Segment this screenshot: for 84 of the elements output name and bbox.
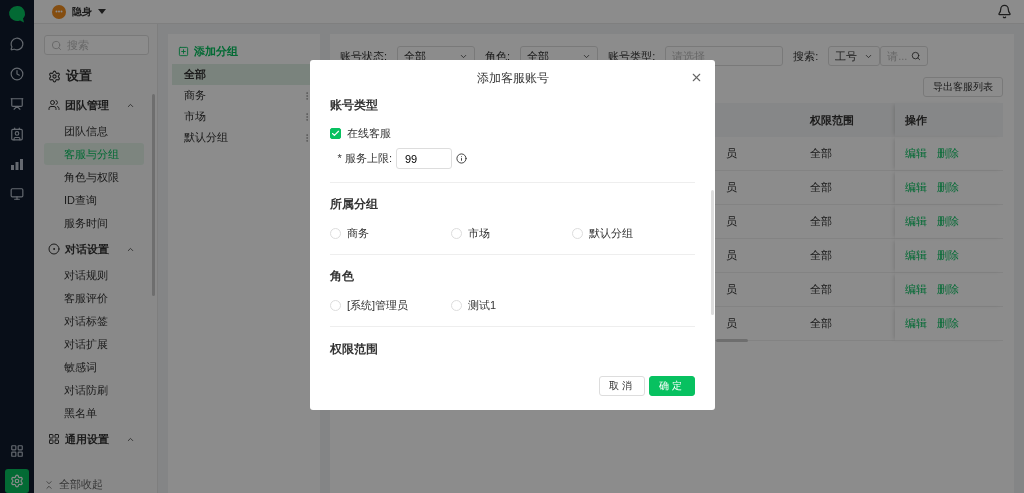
presentation-board-icon (10, 97, 24, 111)
caret-icon[interactable] (98, 9, 106, 14)
scrollbar[interactable] (711, 190, 714, 315)
radio-label: 测试1 (468, 298, 497, 313)
group-label: 市场 (184, 109, 207, 124)
table-cell: 全部 (800, 171, 895, 205)
section-header[interactable]: 团队管理 (44, 91, 149, 119)
nav-item[interactable]: 服务时间 (44, 212, 144, 234)
avatar-icon[interactable] (52, 4, 66, 19)
radio-label: [系统]管理员 (347, 298, 409, 313)
table-cell: 全部 (800, 205, 895, 239)
export-button[interactable]: 导出客服列表 (923, 77, 1003, 97)
chat-bubble-icon (10, 37, 24, 51)
collapse-all-link[interactable]: 全部收起 (59, 477, 103, 492)
group-label: 全部 (184, 67, 207, 82)
table-cell: 员 (716, 171, 800, 205)
section-header[interactable]: 通用设置 (44, 425, 149, 453)
settings-button[interactable] (5, 469, 29, 493)
nav-item[interactable]: 对话防刷 (44, 379, 144, 401)
plus-square-icon[interactable] (178, 45, 189, 57)
nav-item[interactable]: 团队信息 (44, 120, 144, 142)
nav-item[interactable]: 对话规则 (44, 264, 144, 286)
section-title: 账号类型 (330, 97, 379, 113)
settings-icon (10, 474, 24, 488)
checkbox[interactable] (330, 128, 341, 139)
cancel-button[interactable]: 取消 (599, 376, 645, 396)
table-cell: 全部 (800, 239, 895, 273)
radio-button[interactable] (330, 300, 341, 311)
people-icon (48, 99, 60, 111)
chat-circle-icon (48, 243, 60, 255)
clock-icon (10, 67, 24, 81)
bell-icon[interactable] (997, 4, 1012, 19)
table-cell: 员 (716, 273, 800, 307)
group-item[interactable]: 市场 (172, 106, 316, 127)
group-label: 默认分组 (184, 130, 229, 145)
contact-card-icon (10, 127, 24, 141)
nav-item[interactable]: 对话标签 (44, 310, 144, 332)
nav-item[interactable]: ID查询 (44, 189, 144, 211)
section-title: 角色 (330, 268, 355, 284)
section-title: 权限范围 (330, 341, 379, 357)
section-title: 所属分组 (330, 196, 379, 212)
collapse-icon[interactable] (44, 479, 54, 490)
radio-button[interactable] (572, 228, 583, 239)
table-cell: 全部 (800, 137, 895, 171)
input-field[interactable]: 99 (396, 148, 452, 169)
table-cell: 员 (716, 137, 800, 171)
settings-icon (48, 69, 61, 83)
radio-label: 商务 (347, 226, 369, 241)
nav-item[interactable]: 客服评价 (44, 287, 144, 309)
search-type-select[interactable]: 工号 (828, 46, 881, 66)
radio-button[interactable] (330, 228, 341, 239)
section-header[interactable]: 对话设置 (44, 235, 149, 263)
header-cell: 操作 (895, 103, 1003, 137)
modal-title: 添加客服账号 (475, 70, 550, 84)
bar-chart-icon (10, 157, 24, 171)
radio-label: 市场 (468, 226, 490, 241)
monitor-icon (10, 187, 24, 201)
field-label: * 服务上限: (336, 151, 392, 166)
group-item[interactable]: 默认分组 (172, 127, 316, 148)
nav-item[interactable]: 敏感词 (44, 356, 144, 378)
checkbox-label: 在线客服 (347, 126, 391, 141)
group-item[interactable]: 商务 (172, 85, 316, 106)
app-grid-icon (10, 444, 24, 458)
nav-item[interactable]: 黑名单 (44, 402, 144, 424)
nav-item[interactable]: 对话扩展 (44, 333, 144, 355)
table-cell: 全部 (800, 307, 895, 341)
close-icon[interactable] (690, 71, 703, 84)
radio-button[interactable] (451, 300, 462, 311)
group-label: 商务 (184, 88, 207, 103)
status-label[interactable]: 隐身 (72, 4, 92, 19)
logo-icon (7, 4, 27, 24)
search-icon[interactable] (911, 51, 922, 61)
table-cell: 员 (716, 239, 800, 273)
table-cell: 全部 (800, 273, 895, 307)
radio-label: 默认分组 (589, 226, 633, 241)
table-cell: 员 (716, 205, 800, 239)
radio-button[interactable] (451, 228, 462, 239)
search-icon (51, 39, 62, 51)
nav-title: 设置 (66, 67, 92, 85)
info-icon[interactable] (456, 153, 467, 164)
nav-item[interactable]: 角色与权限 (44, 166, 144, 188)
grid-icon (48, 433, 60, 445)
header-cell: 权限范围 (800, 103, 895, 137)
filter-label: 搜索: (793, 48, 819, 64)
